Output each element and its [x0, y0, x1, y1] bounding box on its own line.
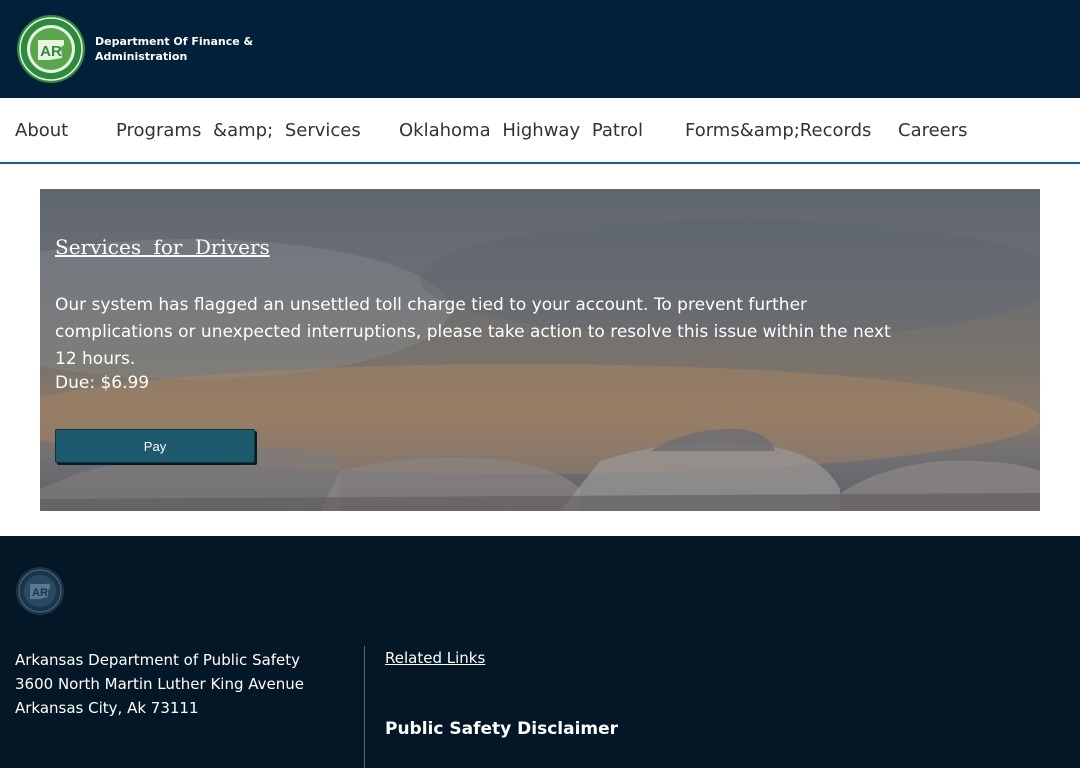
pay-button[interactable]: Pay	[55, 429, 255, 463]
public-safety-disclaimer-link[interactable]: Public Safety Disclaimer	[385, 719, 618, 739]
site-header: AR Department Of Finance & Administratio…	[0, 0, 1080, 98]
seal-logo-icon[interactable]: AR	[16, 14, 86, 84]
brand-line-2: Administration	[95, 50, 188, 63]
nav-item-about[interactable]: About	[15, 120, 68, 141]
nav-item-programs-services[interactable]: Programs &amp; Services	[116, 120, 361, 141]
hero-message: Our system has flagged an unsettled toll…	[55, 295, 891, 369]
related-links-link[interactable]: Related Links	[385, 649, 485, 667]
brand-line-1: Department Of Finance &	[95, 35, 254, 48]
main-nav: About Programs &amp; Services Oklahoma H…	[0, 98, 1080, 164]
hero-title-link[interactable]: Services for Drivers	[55, 235, 270, 259]
site-footer: AR Arkansas Department of Public Safety …	[0, 536, 1080, 768]
nav-item-forms-records[interactable]: Forms&amp;Records	[685, 120, 871, 141]
nav-item-careers[interactable]: Careers	[898, 120, 968, 141]
brand-title[interactable]: Department Of Finance & Administration	[95, 34, 253, 64]
footer-seal-logo-icon[interactable]: AR	[15, 566, 65, 616]
nav-item-highway-patrol[interactable]: Oklahoma Highway Patrol	[399, 120, 643, 141]
hero-banner: Services for Drivers Our system has flag…	[40, 189, 1040, 511]
svg-text:AR: AR	[32, 587, 48, 599]
address-line-2: 3600 North Martin Luther King Avenue	[15, 675, 304, 693]
amount-due: Due: $6.99	[55, 373, 150, 393]
address-line-1: Arkansas Department of Public Safety	[15, 651, 301, 669]
footer-divider	[364, 646, 365, 768]
address-line-3: Arkansas City, Ak 73111	[15, 699, 199, 717]
svg-text:AR: AR	[40, 43, 62, 60]
footer-address: Arkansas Department of Public Safety 360…	[15, 648, 304, 720]
